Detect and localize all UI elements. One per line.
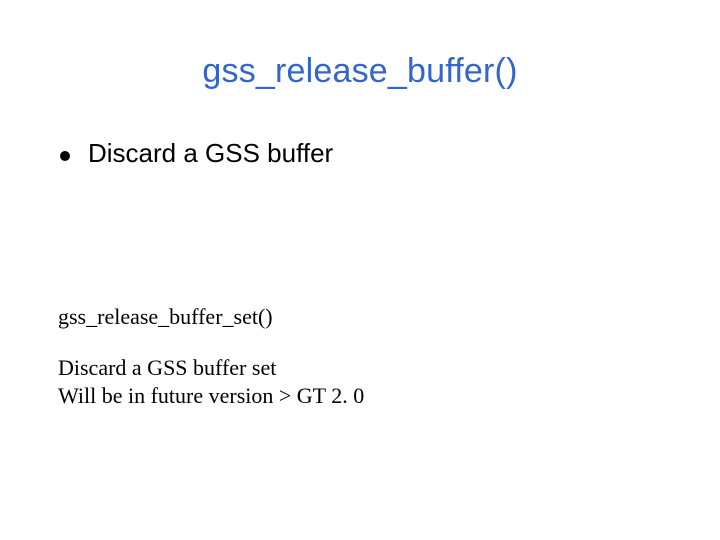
slide-title: gss_release_buffer() bbox=[0, 52, 720, 91]
slide: gss_release_buffer() Discard a GSS buffe… bbox=[0, 0, 720, 540]
sub-body: Discard a GSS buffer set Will be in futu… bbox=[58, 354, 364, 409]
bullet-text: Discard a GSS buffer bbox=[88, 138, 333, 169]
sub-heading: gss_release_buffer_set() bbox=[58, 304, 273, 330]
bullet-item: Discard a GSS buffer bbox=[60, 138, 333, 169]
bullet-icon bbox=[60, 151, 70, 161]
